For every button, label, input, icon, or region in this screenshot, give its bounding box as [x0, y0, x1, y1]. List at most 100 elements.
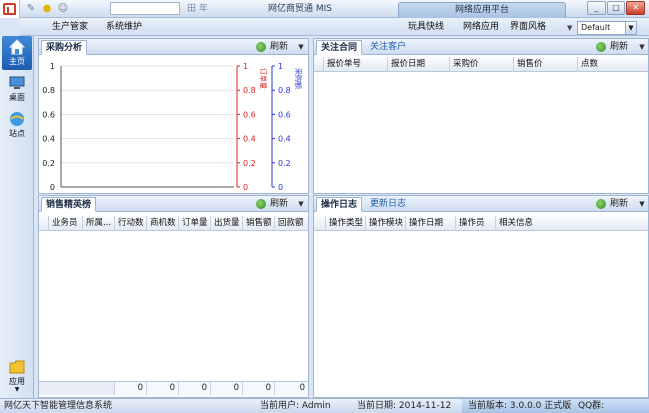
column-header[interactable]: 销售价 — [514, 57, 578, 72]
window-controls: _ □ ✕ — [587, 1, 646, 16]
tab-sales-elite[interactable]: 销售精英榜 — [41, 197, 97, 212]
left-axis-tick-label: 1 — [50, 62, 55, 71]
right-axis-1-title: 订单量 — [259, 68, 268, 89]
maximize-button[interactable]: □ — [606, 1, 626, 15]
left-axis-tick-label: 0.8 — [42, 86, 55, 95]
folder-icon — [9, 360, 25, 374]
chevron-down-icon[interactable]: ▼ — [637, 197, 647, 211]
column-header[interactable]: 回款额 — [275, 216, 308, 231]
nav-item-site[interactable]: 站点 — [2, 108, 32, 142]
menu-network[interactable]: 网络应用 — [463, 18, 499, 36]
chevron-down-icon[interactable]: ▼ — [567, 21, 576, 35]
title-search-input[interactable] — [110, 2, 180, 15]
panel-header: 采购分析 刷新 ▼ — [39, 39, 308, 55]
nav-item-label: 桌面 — [9, 93, 25, 102]
purchase-analysis-panel: 采购分析 刷新 ▼ 1 0.8 0.6 0.4 0.2 0 1 0.8 0.6 0.4 0.2 0 订单… — [38, 38, 309, 194]
menu-system[interactable]: 系统维护 — [106, 18, 142, 36]
chevron-down-icon[interactable]: ▼ — [296, 40, 306, 54]
window-title: 网亿商贸通 MIS — [268, 4, 332, 14]
table-header: 报价单号 报价日期 采购价 销售价 点数 — [314, 57, 648, 72]
tab-update-log[interactable]: 更新日志 — [366, 197, 410, 212]
footer-sum: 0 — [243, 382, 275, 395]
status-user: 当前用户: Admin — [260, 401, 331, 411]
operation-log-panel: 操作日志 更新日志 刷新 ▼ 操作类型 操作模块 操作日期 操作员 相关信息 — [313, 195, 649, 398]
footer-sum: 0 — [115, 382, 147, 395]
column-header[interactable]: 所属... — [83, 216, 115, 231]
column-header[interactable]: 操作员 — [456, 216, 496, 231]
column-header[interactable]: 采购价 — [450, 57, 514, 72]
nav-item-desktop[interactable]: 桌面 — [2, 72, 32, 106]
tab-watch-contract[interactable]: 关注合同 — [316, 40, 363, 55]
status-qq: QQ群: 83881058 — [578, 401, 605, 411]
menu-production[interactable]: 生产管家 — [52, 18, 88, 36]
tab-operation-log[interactable]: 操作日志 — [316, 197, 363, 212]
right-axis-2-tick-label: 0 — [278, 183, 283, 192]
chevron-down-icon[interactable]: ▼ — [637, 40, 647, 54]
menu-bar: 生产管家 系统维护 玩具快线 网络应用 界面风格 — [20, 18, 649, 36]
chevron-down-icon[interactable]: ▼ — [2, 387, 32, 393]
column-header[interactable]: 订单量 — [179, 216, 211, 231]
right-axis-2-tick-label: 0.8 — [278, 86, 291, 95]
column-header[interactable]: 点数 — [578, 57, 646, 72]
column-header[interactable]: 相关信息 — [496, 216, 646, 231]
right-axis-2-tick-label: 1 — [278, 62, 283, 71]
column-header[interactable]: 商机数 — [147, 216, 179, 231]
footer-sum: 0 — [211, 382, 243, 395]
nav-item-label: 站点 — [9, 129, 25, 138]
right-axis-2-tick-label: 0.6 — [278, 110, 291, 119]
right-axis-1-tick-label: 0.2 — [243, 159, 256, 168]
column-header[interactable]: 行动数 — [115, 216, 147, 231]
row-indicator-header — [314, 57, 324, 72]
status-bar: 网亿天下智能管理信息系统 当前用户: Admin 当前日期: 2014-11-1… — [0, 398, 649, 413]
refresh-button[interactable]: 刷新 — [596, 40, 628, 54]
panel-header: 销售精英榜 刷新 ▼ — [39, 196, 308, 212]
platform-tab[interactable]: 网络应用平台 — [398, 2, 566, 18]
right-axis-2-title: 采购额 — [294, 68, 303, 89]
status-date: 当前日期: 2014-11-12 — [357, 401, 452, 411]
left-axis-tick-label: 0.4 — [42, 135, 55, 144]
pencil-icon[interactable]: ✎ — [24, 2, 38, 16]
footer-sum: 0 — [179, 382, 211, 395]
column-header[interactable]: 业务员 — [49, 216, 83, 231]
nav-item-apps[interactable]: 应用 ▼ — [2, 356, 32, 393]
menu-toy-express[interactable]: 玩具快线 — [408, 18, 444, 36]
column-header[interactable]: 报价单号 — [324, 57, 388, 72]
nav-item-home[interactable]: 主页 — [2, 36, 32, 70]
right-axis-1-tick-label: 0 — [243, 183, 248, 192]
sales-elite-panel: 销售精英榜 刷新 ▼ 业务员 所属... 行动数 商机数 订单量 出货量 销售额… — [38, 195, 309, 398]
panel-header: 操作日志 更新日志 刷新 ▼ — [314, 196, 648, 212]
row-indicator-header — [314, 216, 326, 231]
close-button[interactable]: ✕ — [626, 1, 646, 15]
home-icon — [8, 39, 26, 55]
theme-select[interactable]: Default ▼ — [577, 21, 637, 35]
column-header[interactable]: 操作日期 — [406, 216, 456, 231]
purchase-chart: 1 0.8 0.6 0.4 0.2 0 1 0.8 0.6 0.4 0.2 0 订单量 1 0.8 0.6 0.… — [42, 62, 303, 192]
refresh-button[interactable]: 刷新 — [256, 197, 288, 211]
right-axis-1-tick-label: 0.8 — [243, 86, 256, 95]
desktop-icon — [9, 76, 25, 89]
column-header[interactable]: 操作模块 — [366, 216, 406, 231]
right-axis-1-tick-label: 0.4 — [243, 135, 256, 144]
footer-sum: 0 — [147, 382, 179, 395]
app-logo-icon — [0, 0, 20, 18]
refresh-button[interactable]: 刷新 — [596, 197, 628, 211]
left-axis-tick-label: 0.6 — [42, 110, 55, 119]
right-axis-2-tick-label: 0.2 — [278, 159, 291, 168]
column-header[interactable]: 出货量 — [211, 216, 243, 231]
refresh-button[interactable]: 刷新 — [256, 40, 288, 54]
ie-globe-icon — [10, 112, 24, 126]
chevron-down-icon[interactable]: ▼ — [625, 22, 636, 34]
user-icon[interactable]: ☺ — [56, 2, 70, 16]
chevron-down-icon[interactable]: ▼ — [296, 197, 306, 211]
right-axis-1-tick-label: 1 — [243, 62, 248, 71]
minimize-button[interactable]: _ — [587, 1, 606, 15]
tab-watch-customer[interactable]: 关注客户 — [366, 40, 410, 55]
column-header[interactable]: 报价日期 — [388, 57, 450, 72]
lightbulb-icon[interactable]: ● — [40, 2, 54, 16]
tab-purchase-analysis[interactable]: 采购分析 — [41, 40, 88, 55]
row-indicator-header — [39, 216, 49, 231]
column-header[interactable]: 销售额 — [243, 216, 275, 231]
left-axis-tick-label: 0 — [50, 183, 55, 192]
menu-theme[interactable]: 界面风格 — [510, 18, 546, 36]
column-header[interactable]: 操作类型 — [326, 216, 366, 231]
